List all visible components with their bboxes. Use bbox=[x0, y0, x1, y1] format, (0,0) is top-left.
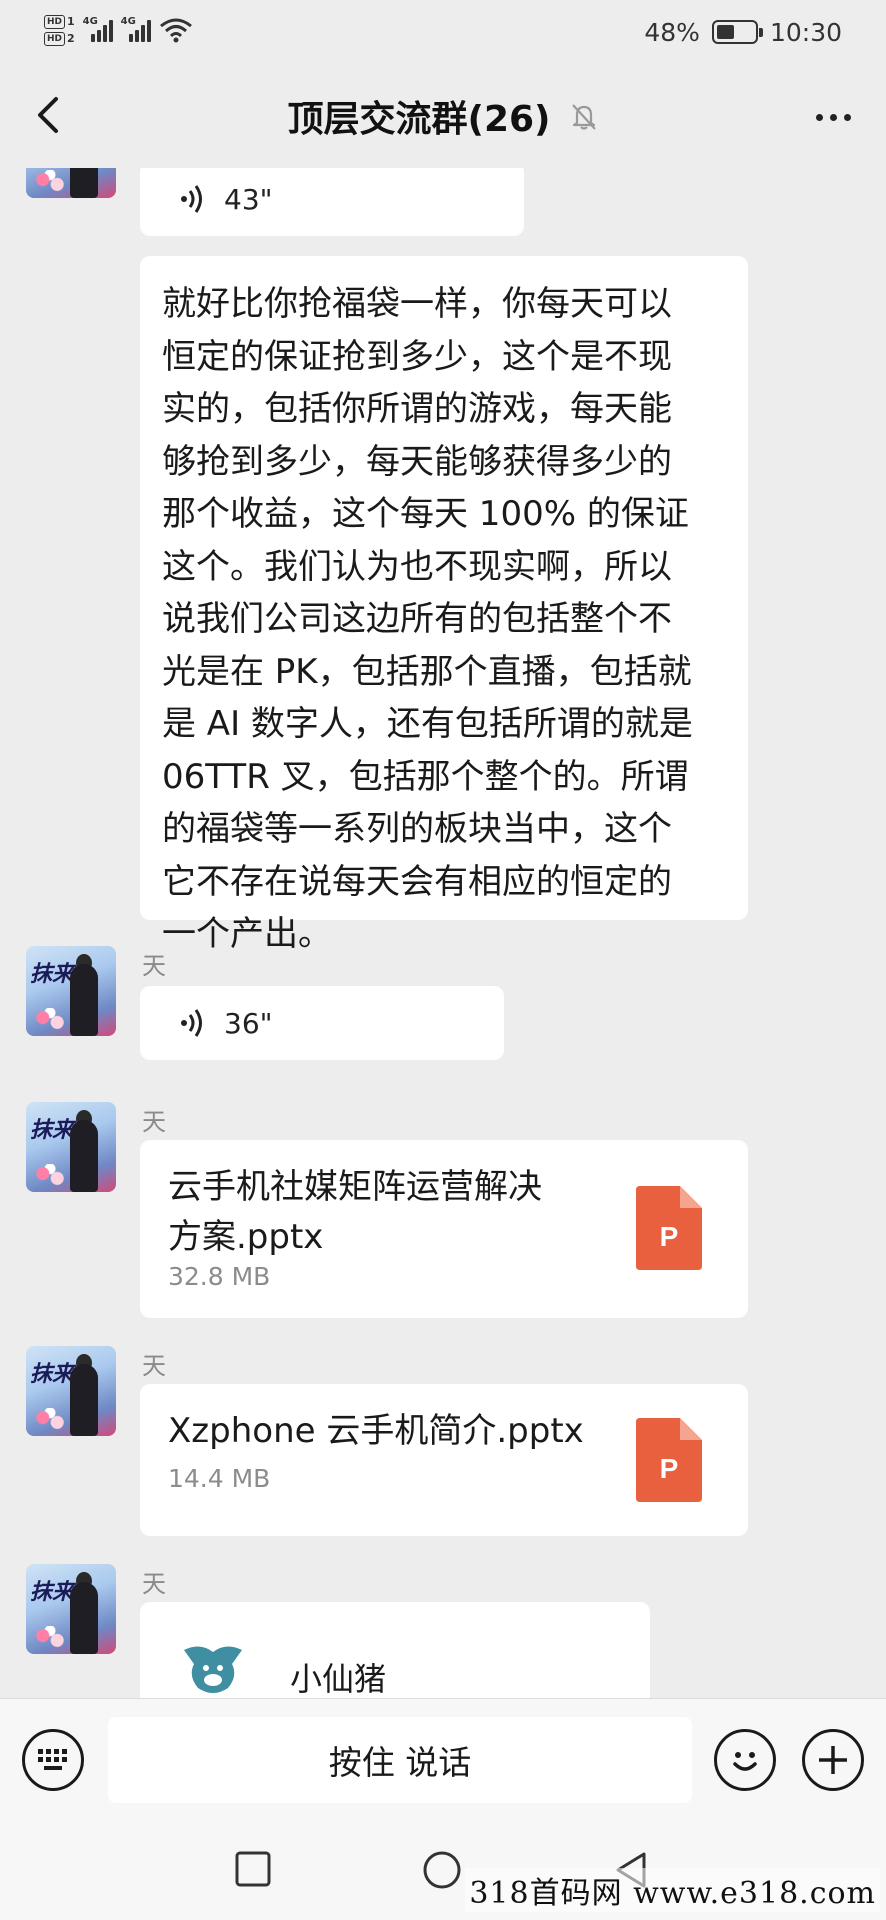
ppt-file-icon: P bbox=[636, 1186, 702, 1270]
svg-text:P: P bbox=[660, 1221, 679, 1252]
wifi-icon bbox=[159, 18, 192, 43]
hd-badge-2: HD 2 bbox=[44, 31, 75, 46]
voice-message[interactable]: 36" bbox=[140, 986, 504, 1060]
emoji-icon bbox=[733, 1752, 757, 1771]
status-left-indicators: HD 1 HD 2 4G 4G bbox=[44, 10, 193, 50]
voice-wave-icon bbox=[181, 185, 202, 213]
more-dots-icon bbox=[815, 113, 823, 121]
ppt-file-icon: P bbox=[636, 1418, 702, 1502]
battery-percent: 48% bbox=[644, 17, 700, 47]
keyboard-icon bbox=[38, 1749, 67, 1770]
more-button[interactable] bbox=[808, 92, 858, 142]
mini-program-name: 小仙猪 bbox=[290, 1660, 387, 1698]
sender-name: 天 bbox=[142, 1108, 166, 1136]
file-size: 14.4 MB bbox=[168, 1464, 271, 1493]
page-title: 顶层交流群(26) bbox=[287, 99, 551, 140]
sender-name: 天 bbox=[142, 952, 166, 980]
title-wrap: 顶层交流群(26) bbox=[0, 90, 886, 142]
avatar[interactable] bbox=[26, 168, 116, 198]
bell-muted-icon bbox=[571, 104, 596, 130]
signal-icon: 4G bbox=[82, 16, 113, 42]
battery-icon bbox=[711, 20, 763, 44]
svg-text:P: P bbox=[660, 1453, 679, 1484]
hd-badge-1: HD 1 bbox=[44, 14, 75, 29]
square-recents-icon[interactable] bbox=[234, 1850, 272, 1888]
voice-duration: 43" bbox=[224, 182, 273, 216]
voice-message[interactable]: 43" bbox=[140, 168, 524, 236]
avatar[interactable]: 抹来 bbox=[26, 1346, 116, 1436]
sender-name: 天 bbox=[142, 1352, 166, 1380]
clock: 10:30 bbox=[769, 17, 842, 47]
network-type-1: 4G bbox=[82, 16, 98, 27]
avatar[interactable]: 抹来 bbox=[26, 946, 116, 1036]
hd-voice-indicators: HD 1 HD 2 bbox=[44, 14, 75, 46]
keyboard-toggle-button[interactable] bbox=[22, 1729, 84, 1791]
file-size: 32.8 MB bbox=[168, 1262, 271, 1291]
voice-wave-icon bbox=[181, 1009, 202, 1037]
file-message[interactable]: 云手机社媒矩阵运营解决 方案.pptx 32.8 MB P bbox=[140, 1140, 748, 1318]
input-bar: 按住 说话 bbox=[0, 1698, 886, 1822]
emoji-button[interactable] bbox=[714, 1729, 776, 1791]
system-navigation-bar: 318首码网 www.e318.com bbox=[0, 1822, 886, 1920]
avatar[interactable]: 抹来 bbox=[26, 1564, 116, 1654]
voice-duration: 36" bbox=[224, 1006, 273, 1040]
pig-logo-icon bbox=[184, 1646, 242, 1693]
more-actions-button[interactable] bbox=[802, 1729, 864, 1791]
message-list[interactable]: 43" 就好比你抢福袋一样，你每天可以 恒定的保证抢到多少，这个是不现 实的，包… bbox=[0, 168, 886, 1698]
network-type-2: 4G bbox=[120, 16, 136, 27]
file-name: Xzphone 云手机简介.pptx bbox=[168, 1411, 584, 1451]
plus-icon bbox=[819, 1746, 847, 1774]
circle-home-icon[interactable] bbox=[422, 1850, 462, 1890]
hold-to-talk-button[interactable]: 按住 说话 bbox=[108, 1717, 692, 1803]
signal-icon-2: 4G bbox=[120, 16, 151, 42]
avatar[interactable]: 抹来 bbox=[26, 1102, 116, 1192]
sender-name: 天 bbox=[142, 1570, 166, 1598]
text-message[interactable]: 就好比你抢福袋一样，你每天可以 恒定的保证抢到多少，这个是不现 实的，包括你所谓… bbox=[140, 256, 748, 954]
status-bar: HD 1 HD 2 4G 4G 48% 10:30 bbox=[0, 0, 886, 64]
mini-program-card[interactable]: 小仙猪 bbox=[140, 1602, 650, 1698]
watermark: 318首码网 www.e318.com bbox=[465, 1868, 880, 1912]
file-name: 云手机社媒矩阵运营解决 方案.pptx bbox=[168, 1167, 542, 1257]
status-right-indicators: 48% 10:30 bbox=[644, 14, 842, 50]
chat-header: 顶层交流群(26) bbox=[0, 64, 886, 168]
file-message[interactable]: Xzphone 云手机简介.pptx 14.4 MB P bbox=[140, 1384, 748, 1536]
